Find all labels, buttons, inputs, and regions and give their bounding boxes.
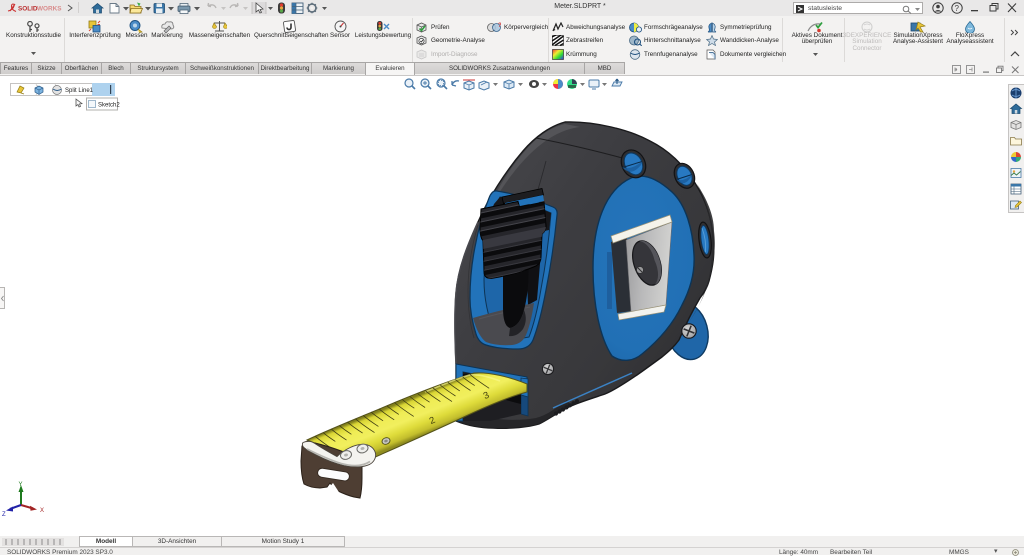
svg-text:X: X [40,508,44,514]
svg-text:Sketch2: Sketch2 [98,103,120,109]
svg-text:Z: Z [2,512,6,518]
svg-text:Split Line1: Split Line1 [65,88,94,94]
svg-text:Y: Y [19,482,23,488]
